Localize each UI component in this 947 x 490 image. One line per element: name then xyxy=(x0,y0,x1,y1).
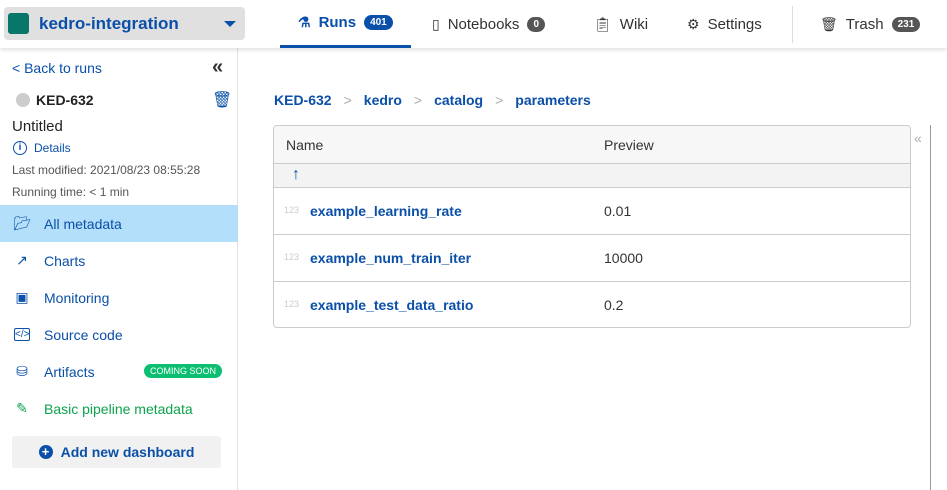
number-type-icon: 123 xyxy=(284,205,300,215)
sidebar: < Back to runs « KED-632 🗑︎ Untitled i De… xyxy=(0,48,238,490)
flask-icon: ⚗ xyxy=(298,14,311,30)
number-type-icon: 123 xyxy=(284,299,300,309)
back-to-runs-link[interactable]: < Back to runs xyxy=(12,60,102,76)
tab-label: Settings xyxy=(707,15,762,33)
breadcrumb-separator: > xyxy=(343,92,352,108)
tab-label: Notebooks xyxy=(447,15,520,33)
panel-divider[interactable] xyxy=(930,125,931,490)
sidebar-item-basic-pipeline-metadata[interactable]: ✎ Basic pipeline metadata xyxy=(0,390,238,427)
sidebar-item-label: Artifacts xyxy=(44,363,95,380)
column-header-name[interactable]: Name xyxy=(286,137,323,153)
sidebar-item-all-metadata[interactable]: 📂︎ All metadata xyxy=(0,205,238,242)
sidebar-item-source-code[interactable]: </> Source code xyxy=(0,316,238,353)
tab-label: Runs xyxy=(318,14,357,31)
param-value: 0.01 xyxy=(604,203,632,219)
add-dashboard-label: Add new dashboard xyxy=(60,444,195,460)
param-name[interactable]: example_test_data_ratio xyxy=(310,297,473,313)
tab-notebooks[interactable]: ▯ Notebooks 0 xyxy=(432,0,545,48)
run-id: KED-632 xyxy=(16,92,94,108)
tab-settings[interactable]: ⚙ Settings xyxy=(687,0,762,48)
sidebar-item-charts[interactable]: ↗ Charts xyxy=(0,242,238,279)
param-value: 10000 xyxy=(604,250,643,266)
details-link[interactable]: i Details xyxy=(13,141,71,155)
breadcrumb-separator: > xyxy=(495,92,504,108)
gear-icon: ⚙ xyxy=(687,15,700,32)
param-name[interactable]: example_learning_rate xyxy=(310,203,462,219)
trash-icon: 🗑︎ xyxy=(820,15,838,32)
breadcrumb-item[interactable]: KED-632 xyxy=(274,92,332,108)
status-dot-icon xyxy=(16,93,30,107)
tab-runs[interactable]: ⚗ Runs 401 xyxy=(280,0,411,48)
info-icon: i xyxy=(13,141,27,155)
database-icon: ⛁ xyxy=(16,363,28,379)
param-name[interactable]: example_num_train_iter xyxy=(310,250,471,266)
runs-count-badge: 401 xyxy=(364,15,393,30)
param-value: 0.2 xyxy=(604,297,624,313)
parameters-table: Name Preview ↑ 123 example_learning_rate 0… xyxy=(273,125,911,328)
project-color-icon xyxy=(8,13,29,34)
add-new-dashboard-button[interactable]: + Add new dashboard xyxy=(12,436,221,468)
pencil-icon: ✎ xyxy=(16,400,28,416)
run-id-label: KED-632 xyxy=(36,92,94,108)
sidebar-item-label: Monitoring xyxy=(44,289,110,306)
project-selector[interactable]: kedro-integration xyxy=(4,7,245,40)
table-header: Name Preview xyxy=(274,126,910,164)
notebooks-count-badge: 0 xyxy=(527,16,545,32)
column-header-preview: Preview xyxy=(604,137,654,153)
chart-line-icon: ↗ xyxy=(16,252,28,268)
plus-circle-icon: + xyxy=(38,445,53,459)
sidebar-item-artifacts[interactable]: ⛁ Artifacts COMING SOON xyxy=(0,353,238,390)
top-bar: kedro-integration ⚗ Runs 401 ▯ Notebooks 0 📋… xyxy=(0,0,947,48)
collapse-sidebar-icon[interactable]: « xyxy=(212,56,223,79)
details-label: Details xyxy=(34,141,71,155)
expand-panel-icon[interactable]: « xyxy=(914,130,922,146)
table-row[interactable]: 123 example_test_data_ratio 0.2 xyxy=(274,282,910,327)
breadcrumb-item[interactable]: catalog xyxy=(434,92,483,108)
tab-label: Wiki xyxy=(619,15,649,33)
breadcrumb-separator: > xyxy=(413,92,423,108)
tab-wiki[interactable]: 📋︎ Wiki xyxy=(594,0,648,48)
sidebar-item-label: Source code xyxy=(44,326,123,343)
clipboard-icon: 📋︎ xyxy=(594,15,612,32)
code-icon: </> xyxy=(14,328,30,341)
breadcrumb-item[interactable]: parameters xyxy=(515,92,591,108)
run-title: Untitled xyxy=(12,118,63,135)
chevron-down-icon xyxy=(224,20,236,27)
sidebar-item-label: Basic pipeline metadata xyxy=(44,400,193,417)
breadcrumb-item[interactable]: kedro xyxy=(364,92,402,108)
running-time: Running time: < 1 min xyxy=(12,185,130,199)
notebook-icon: ▯ xyxy=(432,15,440,32)
breadcrumb: KED-632 > kedro > catalog > parameters xyxy=(274,92,591,108)
delete-run-icon[interactable]: 🗑︎ xyxy=(212,90,232,110)
number-type-icon: 123 xyxy=(284,252,300,262)
divider xyxy=(792,6,793,43)
folder-open-icon: 📂︎ xyxy=(13,215,31,231)
table-row[interactable]: 123 example_learning_rate 0.01 xyxy=(274,188,910,235)
table-row[interactable]: 123 example_num_train_iter 10000 xyxy=(274,235,910,282)
last-modified: Last modified: 2021/08/23 08:55:28 xyxy=(12,163,201,177)
tab-label: Trash xyxy=(845,15,884,33)
sidebar-item-monitoring[interactable]: ▣ Monitoring xyxy=(0,279,238,316)
project-name: kedro-integration xyxy=(39,13,179,33)
tab-trash[interactable]: 🗑︎ Trash 231 xyxy=(820,0,921,48)
chip-icon: ▣ xyxy=(15,289,29,305)
sidebar-item-label: Charts xyxy=(44,252,86,269)
sidebar-item-label: All metadata xyxy=(44,215,122,232)
trash-count-badge: 231 xyxy=(891,16,921,32)
coming-soon-badge: COMING SOON xyxy=(144,364,223,378)
go-up-row[interactable]: ↑ xyxy=(274,164,910,188)
